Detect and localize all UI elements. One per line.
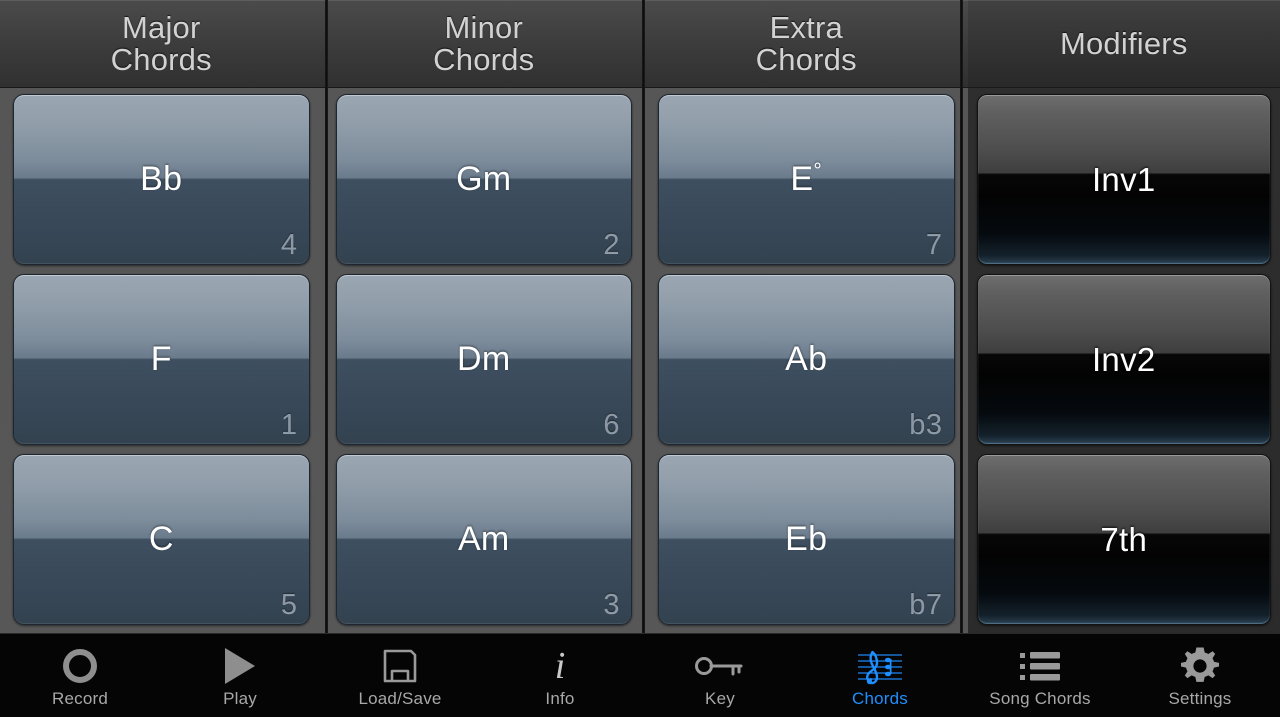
record-circle-icon: [63, 645, 97, 687]
tab-label: Settings: [1168, 689, 1232, 708]
chord-pad-label: Eb: [785, 520, 828, 558]
chord-pad-f[interactable]: F 1: [13, 274, 310, 445]
tab-label: Chords: [851, 689, 908, 708]
pad-list-extra-chords: E° 7 Ab b3 Eb b7: [645, 88, 968, 633]
pad-list-major-chords: Bb 4 F 1 C 5: [0, 88, 323, 633]
column-header-minor-chords: Minor Chords: [322, 0, 645, 88]
floppy-disk-icon: [380, 645, 420, 687]
chord-pad-label: Am: [457, 520, 510, 558]
modifier-pad-label: Inv1: [1091, 160, 1156, 198]
chord-pad-degree-badge: 4: [280, 229, 298, 261]
modifier-pad-inv2[interactable]: Inv2: [976, 274, 1272, 445]
chord-pad-degree-badge: 7: [925, 229, 943, 261]
chord-pad-label: F: [150, 340, 172, 378]
column-header-extra-chords: Extra Chords: [645, 0, 968, 88]
column-header-modifiers: Modifiers: [967, 0, 1280, 88]
chord-pad-eb[interactable]: Eb b7: [658, 454, 955, 625]
tab-key[interactable]: Key: [640, 634, 800, 717]
chord-pad-degree-badge: 3: [603, 589, 620, 621]
modifier-pad-7th[interactable]: 7th: [976, 454, 1272, 625]
column-divider: [642, 0, 645, 633]
tab-settings[interactable]: Settings: [1120, 634, 1280, 717]
column-header-label: Extra Chords: [755, 9, 857, 77]
chord-pad-label: Bb: [140, 160, 183, 198]
key-icon: [694, 645, 746, 687]
pad-list-modifiers: Inv1 Inv2 7th: [968, 88, 1280, 633]
column-modifiers: Modifiers Inv1 Inv2 7th: [967, 0, 1280, 633]
chord-pad-degree-badge: b3: [909, 409, 943, 441]
chord-pad-degree-badge: 6: [603, 409, 620, 441]
column-divider: [960, 0, 963, 633]
chord-pad-gm[interactable]: Gm 2: [335, 94, 632, 265]
chord-pad-degree-badge: 2: [603, 229, 620, 261]
column-header-label: Major Chords: [110, 9, 212, 77]
chord-pads-app: Major Chords Bb 4 F 1 C 5 Minor Chords G…: [0, 0, 1280, 717]
chord-pad-ab[interactable]: Ab b3: [658, 274, 955, 445]
tab-label: Load/Save: [358, 689, 442, 708]
diminished-degree-icon: °: [813, 159, 823, 183]
tab-song-chords[interactable]: Song Chords: [960, 634, 1120, 717]
modifier-pad-label: Inv2: [1091, 340, 1156, 378]
modifier-pad-inv1[interactable]: Inv1: [976, 94, 1272, 265]
column-minor-chords: Minor Chords Gm 2 Dm 6 Am 3: [322, 0, 646, 633]
modifier-pad-label: 7th: [1100, 520, 1148, 558]
chord-pad-degree-badge: b7: [909, 589, 943, 621]
chord-grid: Major Chords Bb 4 F 1 C 5 Minor Chords G…: [0, 0, 1280, 633]
play-triangle-icon: [225, 645, 255, 687]
chord-pad-label: Ab: [785, 340, 828, 378]
chord-pad-label: C: [148, 520, 174, 558]
chord-pad-am[interactable]: Am 3: [335, 454, 632, 625]
chord-pad-label: E°: [790, 160, 822, 199]
tab-load-save[interactable]: Load/Save: [320, 634, 480, 717]
chord-pad-label: Dm: [457, 340, 511, 378]
pad-list-minor-chords: Gm 2 Dm 6 Am 3: [323, 88, 646, 633]
tab-label: Song Chords: [989, 689, 1091, 708]
treble-clef-staff-icon: [854, 645, 906, 687]
info-i-icon: i: [554, 645, 566, 687]
column-header-major-chords: Major Chords: [0, 0, 323, 88]
chord-pad-label: Gm: [456, 160, 512, 198]
column-header-label: Modifiers: [1059, 25, 1188, 61]
tab-play[interactable]: Play: [160, 634, 320, 717]
chord-pad-degree-badge: 1: [280, 409, 298, 441]
chord-pad-dm[interactable]: Dm 6: [335, 274, 632, 445]
column-header-label: Minor Chords: [433, 9, 535, 77]
chord-root-text: E: [790, 160, 814, 198]
tab-label: Record: [51, 689, 108, 708]
chord-pad-degree-badge: 5: [280, 589, 298, 621]
bottom-tab-bar: Record Play Load/Save i Info Key Chords …: [0, 633, 1280, 717]
gear-icon: [1179, 645, 1221, 687]
tab-label: Play: [223, 689, 257, 708]
column-major-chords: Major Chords Bb 4 F 1 C 5: [0, 0, 323, 633]
column-divider: [325, 0, 328, 633]
chord-pad-bb[interactable]: Bb 4: [13, 94, 310, 265]
tab-chords[interactable]: Chords: [800, 634, 960, 717]
tab-label: Key: [705, 689, 735, 708]
tab-info[interactable]: i Info: [480, 634, 640, 717]
tab-label: Info: [545, 689, 575, 708]
bulleted-list-icon: [1018, 645, 1062, 687]
chord-pad-c[interactable]: C 5: [13, 454, 310, 625]
tab-record[interactable]: Record: [0, 634, 160, 717]
column-extra-chords: Extra Chords E° 7 Ab b3 Eb b7: [645, 0, 968, 633]
chord-pad-e-diminished[interactable]: E° 7: [658, 94, 955, 265]
